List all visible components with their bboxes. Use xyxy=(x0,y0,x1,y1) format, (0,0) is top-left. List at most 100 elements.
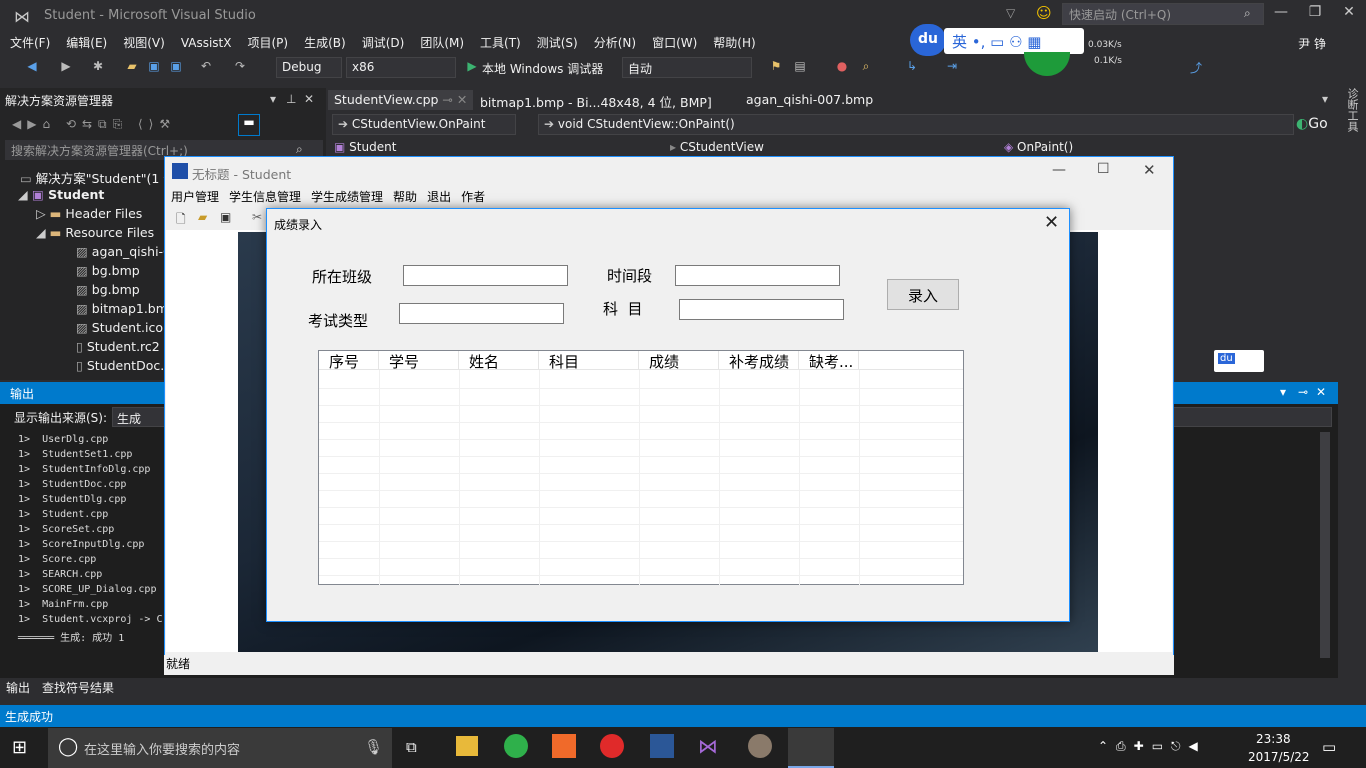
column-header-absent[interactable]: 缺考... xyxy=(799,351,859,370)
maximize-button[interactable]: ❐ xyxy=(1300,4,1330,26)
menu-test[interactable]: 测试(S) xyxy=(529,32,586,53)
find-icon[interactable]: ⌕ xyxy=(858,59,874,75)
tree-item-header-files[interactable]: ▷ ▬ Header Files xyxy=(36,206,142,225)
music-app-icon[interactable] xyxy=(600,734,624,758)
config-select[interactable]: Debug xyxy=(276,57,342,78)
column-header-subject[interactable]: 科目 xyxy=(539,351,639,370)
menu-debug[interactable]: 调试(D) xyxy=(354,32,413,53)
open-folder-icon[interactable]: ▰ xyxy=(124,59,140,75)
menu-vassistx[interactable]: VAssistX xyxy=(173,34,240,52)
notification-center-icon[interactable]: ▭ xyxy=(1322,738,1336,756)
bookmark-icon[interactable]: ⚑ xyxy=(768,59,784,75)
scope-select[interactable]: ➔ CStudentView.OnPaint xyxy=(332,114,516,135)
app-minimize-button[interactable]: — xyxy=(1052,162,1066,178)
quick-launch-input[interactable]: 快速启动 (Ctrl+Q) xyxy=(1062,3,1264,25)
app-menu-user[interactable]: 用户管理 xyxy=(166,186,224,207)
output-scrollbar[interactable] xyxy=(1320,432,1330,658)
tab-output[interactable]: 输出 xyxy=(6,679,30,696)
menu-project[interactable]: 项目(P) xyxy=(239,32,296,53)
ime-mini-widget[interactable]: du xyxy=(1214,350,1264,372)
menu-window[interactable]: 窗口(W) xyxy=(644,32,705,53)
app-menu-student-info[interactable]: 学生信息管理 xyxy=(224,186,306,207)
tree-item-solution[interactable]: ▭ 解决方案"Student"(1 个 xyxy=(20,168,176,187)
photo-app-icon[interactable] xyxy=(748,734,772,758)
menu-analyze[interactable]: 分析(N) xyxy=(586,32,644,53)
cut-icon[interactable]: ✂ xyxy=(252,210,262,224)
toolbar-extra-icon[interactable]: ⤴ xyxy=(1188,59,1204,75)
tree-item-file[interactable]: ▯ StudentDoc. xyxy=(76,358,164,377)
app-close-button[interactable]: ✕ xyxy=(1143,161,1156,179)
se-collapse-icon[interactable]: ▬ xyxy=(238,114,260,136)
student-app-taskbar-button[interactable] xyxy=(788,728,834,768)
file-explorer-icon[interactable] xyxy=(456,736,478,756)
word-icon[interactable] xyxy=(650,734,674,758)
undo-icon[interactable]: ↶ xyxy=(198,59,214,75)
feedback-smiley-icon[interactable]: ☺ xyxy=(1036,4,1052,22)
period-input[interactable] xyxy=(675,265,840,286)
windows-start-icon[interactable]: ⊞ xyxy=(12,737,27,758)
exam-type-input[interactable] xyxy=(399,303,564,324)
menu-view[interactable]: 视图(V) xyxy=(115,32,173,53)
close-button[interactable]: ✕ xyxy=(1334,4,1364,26)
menu-build[interactable]: 生成(B) xyxy=(296,32,354,53)
new-project-icon[interactable]: ✱ xyxy=(90,59,106,75)
tab-close-icon[interactable]: ✕ xyxy=(457,92,467,107)
save-file-icon[interactable]: ▣ xyxy=(220,210,231,224)
browser-icon[interactable] xyxy=(504,734,528,758)
indent-icon[interactable]: ⇥ xyxy=(944,59,960,75)
app-menu-author[interactable]: 作者 xyxy=(456,186,490,207)
column-header-index[interactable]: 序号 xyxy=(319,351,379,370)
pdf-app-icon[interactable] xyxy=(552,734,576,758)
signed-in-user[interactable]: 尹 铮 xyxy=(1298,35,1326,52)
tree-item-file[interactable]: ▨ Student.ico xyxy=(76,320,163,339)
app-maximize-button[interactable]: ☐ xyxy=(1097,161,1110,177)
toolbox-icon[interactable]: ▤ xyxy=(792,59,808,75)
auto-select[interactable]: 自动 xyxy=(622,57,752,78)
tree-item-resource-files[interactable]: ◢ ▬ Resource Files xyxy=(36,225,154,244)
save-icon[interactable]: ▣ xyxy=(146,59,162,75)
tree-item-file[interactable]: ▨ bg.bmp xyxy=(76,263,140,282)
class-scope-select[interactable]: ▸ CStudentView xyxy=(670,140,764,154)
panel-close-icon[interactable]: ✕ xyxy=(304,92,314,106)
tab-bitmap1[interactable]: bitmap1.bmp - Bi...48x48, 4 位, BMP] xyxy=(474,90,718,110)
redo-icon[interactable]: ↷ xyxy=(232,59,248,75)
function-select[interactable]: ➔ void CStudentView::OnPaint() xyxy=(538,114,1294,135)
go-button[interactable]: ◐Go xyxy=(1296,116,1328,132)
taskbar-search-input[interactable]: 在这里输入你要搜索的内容 xyxy=(48,728,392,768)
back-icon[interactable]: ◀ xyxy=(24,59,40,75)
column-header-makeup-score[interactable]: 补考成绩 xyxy=(719,351,799,370)
app-menu-student-score[interactable]: 学生成绩管理 xyxy=(306,186,388,207)
step-icon[interactable]: ↳ xyxy=(904,59,920,75)
notification-filter-icon[interactable]: ▽ xyxy=(1006,6,1015,20)
tab-find-symbol-results[interactable]: 查找符号结果 xyxy=(42,679,114,696)
se-toolbar-icons[interactable]: ◀▶⌂ ⟲⇆⧉⎘ ⟨⟩⚒ xyxy=(12,117,176,132)
microphone-icon[interactable]: 🎙 xyxy=(364,738,383,756)
start-debug-button[interactable]: 本地 Windows 调试器 xyxy=(482,60,603,77)
menu-edit[interactable]: 编辑(E) xyxy=(58,32,115,53)
system-tray-icons[interactable]: ⌃⎙✚▭⎋◀ xyxy=(1098,739,1206,754)
output-pin-icon[interactable]: ⊸ xyxy=(1298,385,1308,399)
app-menu-help[interactable]: 帮助 xyxy=(388,186,422,207)
menu-help[interactable]: 帮助(H) xyxy=(705,32,763,53)
submit-button[interactable]: 录入 xyxy=(887,279,959,310)
pin-icon[interactable]: ⊥ xyxy=(286,92,296,106)
menu-file[interactable]: 文件(F) xyxy=(0,32,58,53)
output-text-area[interactable]: 1> UserDlg.cpp 1> StudentSet1.cpp 1> Stu… xyxy=(8,430,164,674)
project-scope-select[interactable]: ▣ Student xyxy=(334,140,396,154)
output-close-icon[interactable]: ✕ xyxy=(1316,385,1326,399)
tab-pin-icon[interactable]: ⊸ xyxy=(442,92,452,107)
column-header-name[interactable]: 姓名 xyxy=(459,351,539,370)
tab-overflow-icon[interactable]: ▾ xyxy=(1322,92,1328,106)
tab-studentview-cpp[interactable]: StudentView.cpp ⊸ ✕ xyxy=(328,90,474,110)
save-all-icon[interactable]: ▣ xyxy=(168,59,184,75)
tree-item-file[interactable]: ▨ bitmap1.bm xyxy=(76,301,168,320)
tree-item-file[interactable]: ▯ Student.rc2 xyxy=(76,339,160,358)
start-debug-icon[interactable]: ▶ xyxy=(464,59,480,75)
diagnostic-tools-tab[interactable]: 诊断工具 xyxy=(1340,88,1360,138)
visual-studio-taskbar-icon[interactable]: ⋈ xyxy=(698,734,724,758)
collapse-arrow-icon[interactable]: ▷ xyxy=(36,206,50,221)
column-header-student-id[interactable]: 学号 xyxy=(379,351,459,370)
task-view-icon[interactable]: ⧉ xyxy=(406,738,417,756)
tab-agan-qishi[interactable]: agan_qishi-007.bmp xyxy=(740,90,879,110)
expand-icon[interactable]: ◢ xyxy=(18,187,32,202)
